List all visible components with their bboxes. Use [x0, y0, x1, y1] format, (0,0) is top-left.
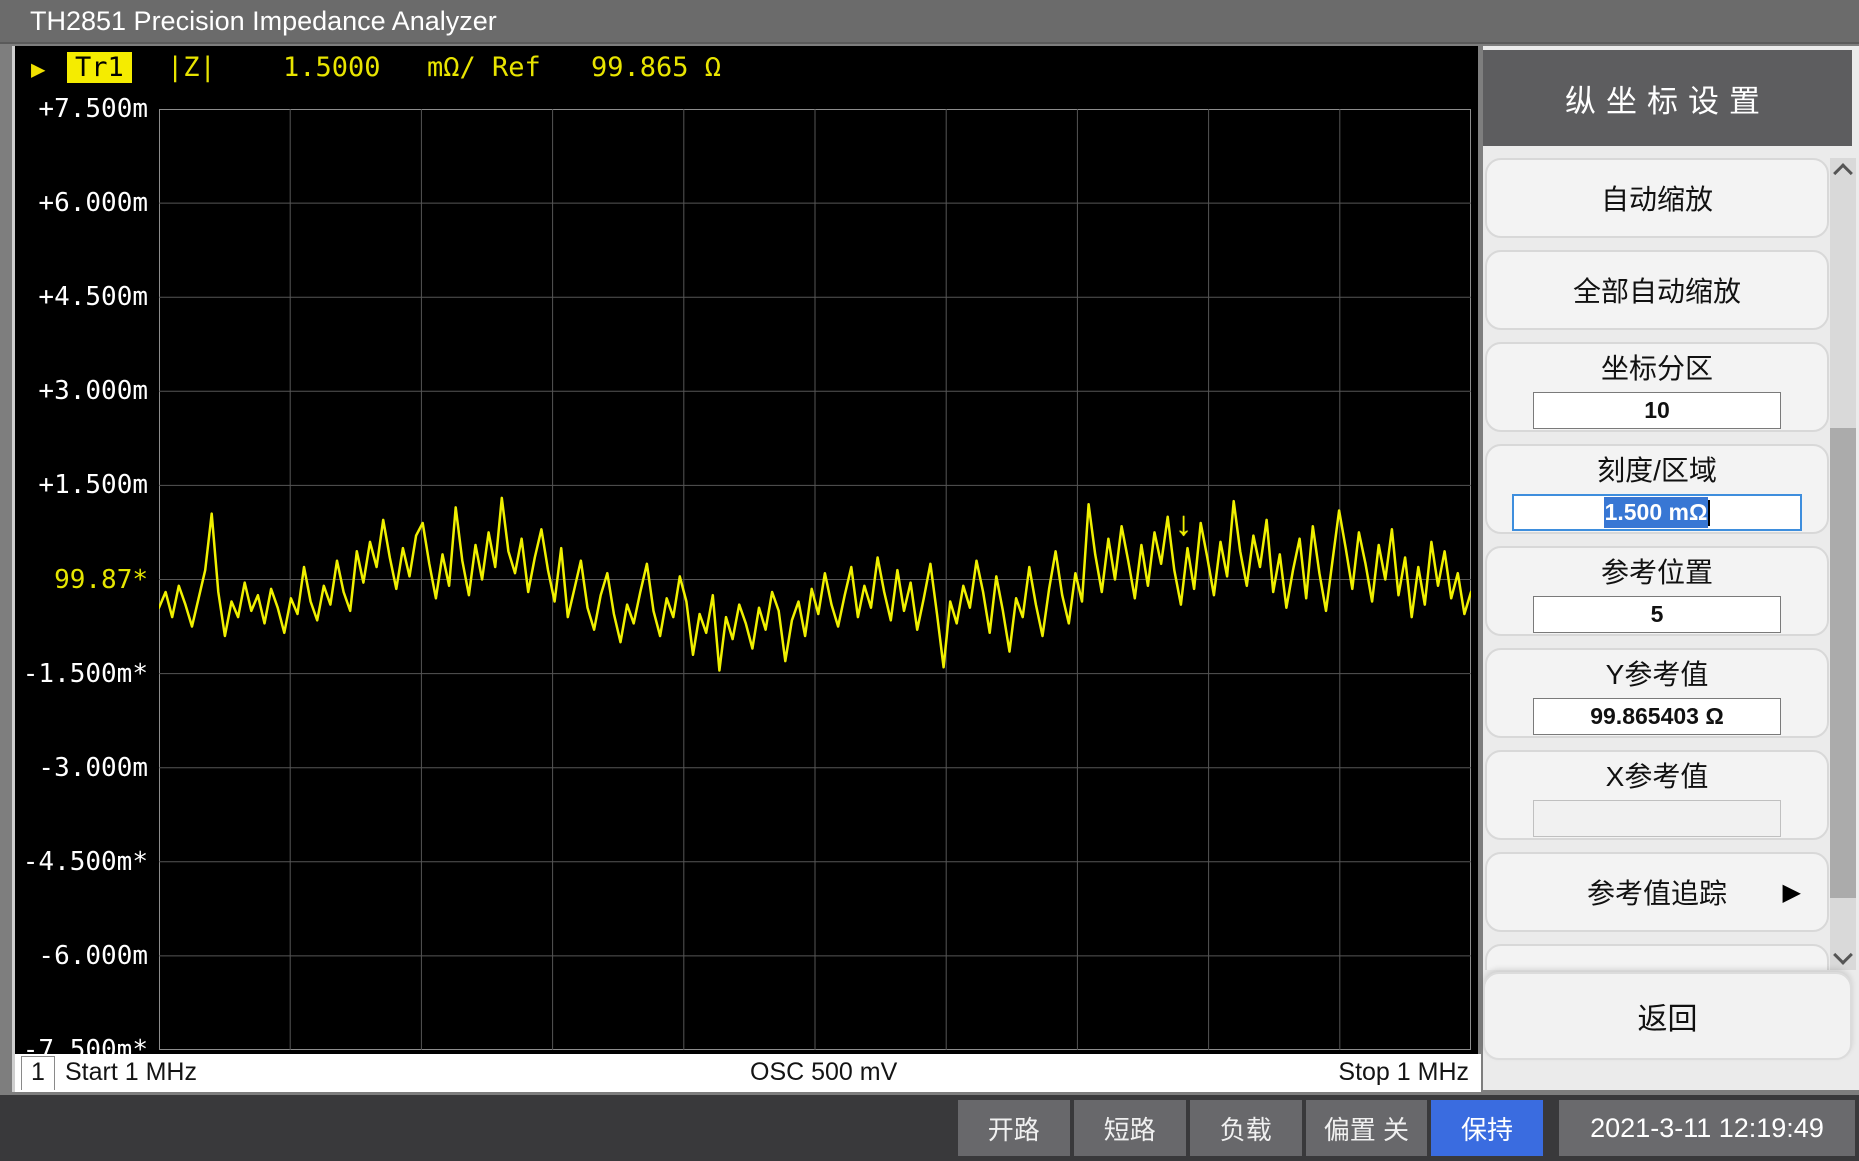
y-axis-tick-label: +3.000m [38, 376, 148, 406]
scale-per-div-input[interactable]: 1.500 mΩ [1512, 494, 1802, 531]
back-button[interactable]: 返回 [1483, 972, 1852, 1060]
short-correction-button[interactable]: 短路 [1074, 1100, 1186, 1156]
trace-parameter-label[interactable]: |Z| [167, 52, 216, 83]
bottom-toolbar: 开路 短路 负载 偏置 关 保持 2021-3-11 12:19:49 [0, 1095, 1859, 1161]
plot-window: ▶ Tr1 |Z| 1.5000 mΩ/ Ref 99.865 Ω ↓ +7.5… [12, 46, 1478, 1092]
active-trace-arrow-icon: ▶ [31, 55, 45, 83]
load-correction-button[interactable]: 负载 [1190, 1100, 1302, 1156]
hold-button[interactable]: 保持 [1431, 1100, 1543, 1156]
y-axis-tick-label: -1.500m* [23, 659, 148, 689]
trace-scale-value: 1.5000 [283, 52, 381, 83]
sweep-stop-label: Stop 1 MHz [1338, 1058, 1469, 1087]
divisions-field-group[interactable]: 坐标分区 10 [1485, 342, 1829, 432]
y-ref-value-label: Y参考值 [1487, 658, 1827, 692]
trace-scale-unit: mΩ/ Ref [427, 52, 541, 83]
text-caret [1708, 500, 1710, 526]
x-ref-value-input [1533, 800, 1781, 837]
trace-plot [159, 109, 1471, 1050]
ref-position-field-group[interactable]: 参考位置 5 [1485, 546, 1829, 636]
autoscale-all-button[interactable]: 全部自动缩放 [1485, 250, 1829, 330]
sweep-start-label: Start 1 MHz [65, 1058, 197, 1087]
panel-button-list: 自动缩放 全部自动缩放 坐标分区 10 刻度/区域 1.500 mΩ 参考位置 … [1485, 158, 1829, 970]
channel-badge: 1 [21, 1056, 55, 1090]
window-title: TH2851 Precision Impedance Analyzer [30, 6, 497, 37]
title-bar: TH2851 Precision Impedance Analyzer [0, 0, 1859, 44]
y-axis-tick-label: -4.500m* [23, 847, 148, 877]
scale-per-div-label: 刻度/区域 [1487, 454, 1827, 488]
x-ref-value-field-group: X参考值 [1485, 750, 1829, 840]
trace-name-badge[interactable]: Tr1 [67, 52, 132, 83]
bias-off-button[interactable]: 偏置 关 [1306, 1100, 1427, 1156]
y-axis-tick-label: +4.500m [38, 282, 148, 312]
y-ref-value-field-group[interactable]: Y参考值 99.865403 Ω [1485, 648, 1829, 738]
autoscale-label: 自动缩放 [1601, 178, 1713, 218]
divisions-label: 坐标分区 [1487, 352, 1827, 386]
y-axis-tick-label: +6.000m [38, 188, 148, 218]
panel-title: 纵坐标设置 [1483, 50, 1852, 146]
ref-position-input[interactable]: 5 [1533, 596, 1781, 633]
trace-reference-value: 99.865 Ω [591, 52, 721, 83]
y-axis-tick-label: +1.500m [38, 470, 148, 500]
x-ref-value-label: X参考值 [1487, 760, 1827, 794]
scroll-down-icon[interactable] [1833, 945, 1853, 965]
selected-text: 1.500 mΩ [1604, 497, 1709, 528]
y-axis-ref-label: 99.87* [54, 565, 148, 595]
divisions-input[interactable]: 10 [1533, 392, 1781, 429]
y-ref-value-input[interactable]: 99.865403 Ω [1533, 698, 1781, 735]
cursor-to-ref-label: 光标→参考值 [1573, 964, 1741, 970]
scrollbar-thumb[interactable] [1830, 428, 1856, 898]
cursor-to-ref-button: 光标→参考值 [1485, 944, 1829, 970]
autoscale-button[interactable]: 自动缩放 [1485, 158, 1829, 238]
datetime-display: 2021-3-11 12:19:49 [1559, 1100, 1855, 1156]
ref-value-tracking-label: 参考值追踪 [1587, 872, 1727, 912]
scale-per-div-field-group[interactable]: 刻度/区域 1.500 mΩ [1485, 444, 1829, 534]
vertical-axis-settings-panel: 纵坐标设置 自动缩放 全部自动缩放 坐标分区 10 刻度/区域 1.500 mΩ [1483, 46, 1859, 1090]
plot-grid-area: ↓ [159, 109, 1471, 1050]
panel-scrollbar[interactable] [1830, 158, 1856, 970]
scroll-up-icon[interactable] [1833, 163, 1853, 183]
trace-info-bar: ▶ Tr1 |Z| 1.5000 mΩ/ Ref 99.865 Ω [15, 46, 1478, 94]
ref-value-tracking-button[interactable]: 参考值追踪 ▶ [1485, 852, 1829, 932]
open-correction-button[interactable]: 开路 [958, 1100, 1070, 1156]
sweep-status-bar: 1 Start 1 MHz OSC 500 mV Stop 1 MHz [15, 1054, 1481, 1092]
trace-marker-icon[interactable]: ↓ [1175, 507, 1192, 541]
y-axis-tick-label: +7.500m [38, 94, 148, 124]
app-window: TH2851 Precision Impedance Analyzer ▶ Tr… [0, 0, 1859, 1161]
y-axis-tick-label: -3.000m [38, 753, 148, 783]
autoscale-all-label: 全部自动缩放 [1573, 270, 1741, 310]
y-axis-tick-label: -6.000m [38, 941, 148, 971]
ref-position-label: 参考位置 [1487, 556, 1827, 590]
osc-level-label: OSC 500 mV [750, 1058, 897, 1087]
submenu-arrow-icon: ▶ [1783, 878, 1801, 907]
